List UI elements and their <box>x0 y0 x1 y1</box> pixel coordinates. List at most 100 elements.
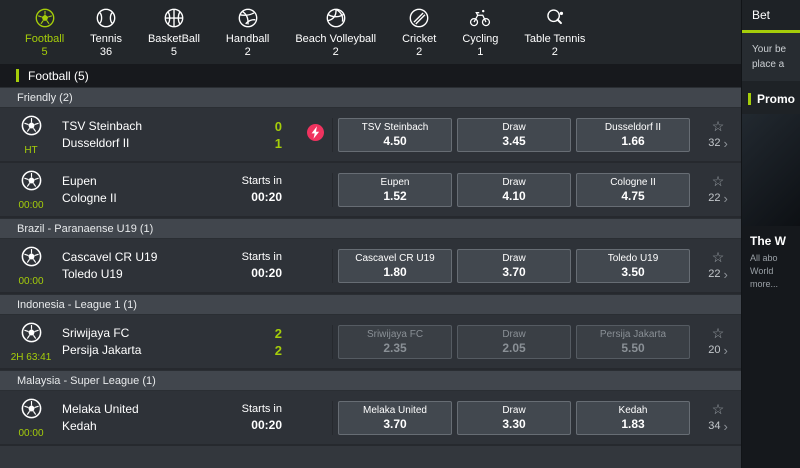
match-row: 00:00EupenCologne IIStarts in00:20Eupen1… <box>0 163 741 218</box>
promo-card[interactable]: The W All abo World more... <box>742 114 800 468</box>
match-teams[interactable]: Melaka UnitedKedah <box>62 401 220 435</box>
sport-count: 2 <box>245 46 251 58</box>
match-actions: ☆ 20 › <box>695 326 741 358</box>
football-ball-icon <box>20 245 43 273</box>
odds-button[interactable]: Draw4.10 <box>457 173 571 207</box>
chevron-right-icon: › <box>723 191 727 206</box>
betslip-empty-message: Your be place a <box>742 30 800 81</box>
betslip-tab-label: Bet <box>752 8 770 22</box>
match-teams[interactable]: EupenCologne II <box>62 173 220 207</box>
promo-image <box>742 114 800 226</box>
football-icon <box>34 6 56 30</box>
markets-count[interactable]: 32 › <box>708 136 728 151</box>
match-status: 00:00 <box>18 276 43 287</box>
odds-button[interactable]: Draw3.70 <box>457 249 571 283</box>
markets-count[interactable]: 22 › <box>708 267 728 282</box>
away-team: Dusseldorf II <box>62 135 220 152</box>
odds-button[interactable]: Draw2.05 <box>457 325 571 359</box>
odds-button[interactable]: Persija Jakarta5.50 <box>576 325 690 359</box>
league-header-brazil-paranaense-u19-1[interactable]: Brazil - Paranaense U19 (1) <box>0 218 741 239</box>
odds-label: TSV Steinbach <box>362 121 429 134</box>
odds-label: Melaka United <box>363 404 427 417</box>
odds-label: Draw <box>502 121 525 134</box>
sport-tab-football[interactable]: Football5 <box>12 6 77 58</box>
cycling-icon <box>468 6 492 30</box>
match-row: 00:00 Cascavel CR U19Toledo U19Starts in0… <box>0 239 741 294</box>
markets-count[interactable]: 20 › <box>708 343 728 358</box>
markets-count[interactable]: 34 › <box>708 419 728 434</box>
home-team: TSV Steinbach <box>62 118 220 135</box>
odds-button[interactable]: Cologne II4.75 <box>576 173 690 207</box>
favorite-star-icon[interactable]: ☆ <box>712 250 725 264</box>
football-ball-icon <box>20 169 43 197</box>
sports-nav: Football5Tennis36BasketBall5Handball2Bea… <box>0 0 741 64</box>
sport-tab-beach-volleyball[interactable]: Beach Volleyball2 <box>282 6 389 58</box>
odds-button[interactable]: Melaka United3.70 <box>338 401 452 435</box>
match-teams[interactable]: Sriwijaya FCPersija Jakarta <box>62 325 220 359</box>
odds-button[interactable]: Dusseldorf II1.66 <box>576 118 690 152</box>
sport-tab-handball[interactable]: Handball2 <box>213 6 282 58</box>
odds-button[interactable]: TSV Steinbach4.50 <box>338 118 452 152</box>
sportsbook-app: Football5Tennis36BasketBall5Handball2Bea… <box>0 0 800 468</box>
odds-button[interactable]: Draw3.45 <box>457 118 571 152</box>
match-teams[interactable]: Cascavel CR U19Toledo U19 <box>62 249 220 283</box>
league-header-indonesia-league-1-1[interactable]: Indonesia - League 1 (1) <box>0 294 741 315</box>
sport-tab-table-tennis[interactable]: Table Tennis2 <box>511 6 598 58</box>
handball-icon <box>237 6 259 30</box>
starts-in-value: 00:20 <box>220 189 282 205</box>
chevron-right-icon: › <box>723 343 727 358</box>
odds-label: Cascavel CR U19 <box>355 252 434 265</box>
home-team: Sriwijaya FC <box>62 325 220 342</box>
odds-label: Cologne II <box>610 176 656 189</box>
league-header-friendly-2[interactable]: Friendly (2) <box>0 87 741 108</box>
match-row: 00:00Melaka UnitedKedahStarts in00:20Mel… <box>0 391 741 446</box>
away-team: Kedah <box>62 418 220 435</box>
sport-label: Football <box>25 33 64 45</box>
odds-value: 1.52 <box>383 189 406 203</box>
away-team: Cologne II <box>62 190 220 207</box>
favorite-star-icon[interactable]: ☆ <box>712 326 725 340</box>
chevron-right-icon: › <box>723 136 727 151</box>
match-odds: Cascavel CR U191.80Draw3.70Toledo U193.5… <box>332 249 695 283</box>
match-row: 2H 63:41Sriwijaya FCPersija Jakarta22Sri… <box>0 315 741 370</box>
odds-button[interactable]: Toledo U193.50 <box>576 249 690 283</box>
chevron-right-icon: › <box>723 267 727 282</box>
starts-in-value: 00:20 <box>220 417 282 433</box>
sport-tab-cycling[interactable]: Cycling1 <box>449 6 511 58</box>
league-header-malaysia-super-league-1[interactable]: Malaysia - Super League (1) <box>0 370 741 391</box>
match-score-cell: Starts in00:20 <box>220 250 298 281</box>
odds-button[interactable]: Sriwijaya FC2.35 <box>338 325 452 359</box>
promo-card-line: All abo <box>742 252 800 265</box>
betslip-tab[interactable]: Bet <box>742 0 800 30</box>
match-teams[interactable]: TSV SteinbachDusseldorf II <box>62 118 220 152</box>
match-status: 2H 63:41 <box>11 352 52 363</box>
markets-count[interactable]: 22 › <box>708 191 728 206</box>
betslip-message-line2: place a <box>752 57 800 72</box>
away-score: 2 <box>220 342 282 359</box>
sport-count: 36 <box>100 46 112 58</box>
favorite-star-icon[interactable]: ☆ <box>712 174 725 188</box>
odds-button[interactable]: Kedah1.83 <box>576 401 690 435</box>
match-groups: Friendly (2)HTTSV SteinbachDusseldorf II… <box>0 87 741 446</box>
betslip-message-line1: Your be <box>752 42 800 57</box>
match-odds: Melaka United3.70Draw3.30Kedah1.83 <box>332 401 695 435</box>
sport-tab-cricket[interactable]: Cricket2 <box>389 6 449 58</box>
main-column: Football5Tennis36BasketBall5Handball2Bea… <box>0 0 741 468</box>
football-ball-icon <box>20 114 43 142</box>
sport-label: Beach Volleyball <box>295 33 376 45</box>
live-lightning-icon <box>307 124 324 146</box>
chevron-right-icon: › <box>723 419 727 434</box>
match-row: HTTSV SteinbachDusseldorf II01TSV Steinb… <box>0 108 741 163</box>
favorite-star-icon[interactable]: ☆ <box>712 119 725 133</box>
odds-button[interactable]: Draw3.30 <box>457 401 571 435</box>
sport-label: Cycling <box>462 33 498 45</box>
home-team: Melaka United <box>62 401 220 418</box>
favorite-star-icon[interactable]: ☆ <box>712 402 725 416</box>
odds-button[interactable]: Eupen1.52 <box>338 173 452 207</box>
promo-header: Promo <box>742 92 800 106</box>
odds-button[interactable]: Cascavel CR U191.80 <box>338 249 452 283</box>
sport-count: 2 <box>416 46 422 58</box>
sport-tab-basketball[interactable]: BasketBall5 <box>135 6 213 58</box>
promo-card-line: World <box>742 265 800 278</box>
sport-tab-tennis[interactable]: Tennis36 <box>77 6 135 58</box>
